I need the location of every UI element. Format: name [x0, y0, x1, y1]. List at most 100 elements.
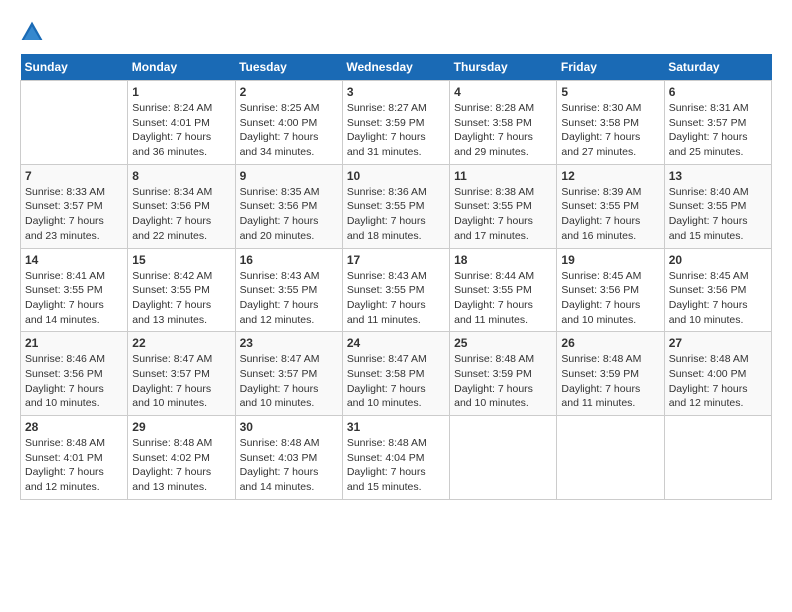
- day-number: 28: [25, 420, 123, 434]
- day-info: Sunrise: 8:33 AM Sunset: 3:57 PM Dayligh…: [25, 185, 123, 244]
- day-info: Sunrise: 8:48 AM Sunset: 4:03 PM Dayligh…: [240, 436, 338, 495]
- calendar-cell: 29 Sunrise: 8:48 AM Sunset: 4:02 PM Dayli…: [128, 416, 235, 500]
- calendar-week-5: 28 Sunrise: 8:48 AM Sunset: 4:01 PM Dayli…: [21, 416, 772, 500]
- calendar-header-monday: Monday: [128, 54, 235, 81]
- day-number: 3: [347, 85, 445, 99]
- calendar-cell: 1 Sunrise: 8:24 AM Sunset: 4:01 PM Daylig…: [128, 81, 235, 165]
- day-number: 13: [669, 169, 767, 183]
- calendar-cell: 10 Sunrise: 8:36 AM Sunset: 3:55 PM Dayli…: [342, 164, 449, 248]
- calendar-cell: 19 Sunrise: 8:45 AM Sunset: 3:56 PM Dayli…: [557, 248, 664, 332]
- day-number: 10: [347, 169, 445, 183]
- day-info: Sunrise: 8:47 AM Sunset: 3:58 PM Dayligh…: [347, 352, 445, 411]
- day-number: 7: [25, 169, 123, 183]
- day-info: Sunrise: 8:41 AM Sunset: 3:55 PM Dayligh…: [25, 269, 123, 328]
- day-info: Sunrise: 8:35 AM Sunset: 3:56 PM Dayligh…: [240, 185, 338, 244]
- day-number: 1: [132, 85, 230, 99]
- day-number: 8: [132, 169, 230, 183]
- calendar-header-saturday: Saturday: [664, 54, 771, 81]
- calendar-week-4: 21Sunrise: 8:46 AM Sunset: 3:56 PM Dayli…: [21, 332, 772, 416]
- day-info: Sunrise: 8:40 AM Sunset: 3:55 PM Dayligh…: [669, 185, 767, 244]
- calendar-cell: 28 Sunrise: 8:48 AM Sunset: 4:01 PM Dayli…: [21, 416, 128, 500]
- calendar-cell: 2 Sunrise: 8:25 AM Sunset: 4:00 PM Daylig…: [235, 81, 342, 165]
- calendar-cell: 15 Sunrise: 8:42 AM Sunset: 3:55 PM Dayli…: [128, 248, 235, 332]
- day-number: 9: [240, 169, 338, 183]
- calendar-cell: 3 Sunrise: 8:27 AM Sunset: 3:59 PM Daylig…: [342, 81, 449, 165]
- day-number: 17: [347, 253, 445, 267]
- calendar-cell: 6 Sunrise: 8:31 AM Sunset: 3:57 PM Daylig…: [664, 81, 771, 165]
- day-info: Sunrise: 8:39 AM Sunset: 3:55 PM Dayligh…: [561, 185, 659, 244]
- day-info: Sunrise: 8:28 AM Sunset: 3:58 PM Dayligh…: [454, 101, 552, 160]
- calendar-header-wednesday: Wednesday: [342, 54, 449, 81]
- day-info: Sunrise: 8:48 AM Sunset: 4:01 PM Dayligh…: [25, 436, 123, 495]
- day-number: 29: [132, 420, 230, 434]
- day-info: Sunrise: 8:48 AM Sunset: 4:02 PM Dayligh…: [132, 436, 230, 495]
- day-number: 22: [132, 336, 230, 350]
- calendar-cell: 23Sunrise: 8:47 AM Sunset: 3:57 PM Dayli…: [235, 332, 342, 416]
- logo-icon: [20, 20, 44, 44]
- day-info: Sunrise: 8:47 AM Sunset: 3:57 PM Dayligh…: [240, 352, 338, 411]
- day-info: Sunrise: 8:34 AM Sunset: 3:56 PM Dayligh…: [132, 185, 230, 244]
- calendar: SundayMondayTuesdayWednesdayThursdayFrid…: [20, 54, 772, 500]
- day-info: Sunrise: 8:36 AM Sunset: 3:55 PM Dayligh…: [347, 185, 445, 244]
- calendar-cell: [450, 416, 557, 500]
- calendar-cell: 26Sunrise: 8:48 AM Sunset: 3:59 PM Dayli…: [557, 332, 664, 416]
- day-info: Sunrise: 8:48 AM Sunset: 4:00 PM Dayligh…: [669, 352, 767, 411]
- day-info: Sunrise: 8:45 AM Sunset: 3:56 PM Dayligh…: [561, 269, 659, 328]
- day-number: 31: [347, 420, 445, 434]
- day-info: Sunrise: 8:45 AM Sunset: 3:56 PM Dayligh…: [669, 269, 767, 328]
- calendar-cell: 18 Sunrise: 8:44 AM Sunset: 3:55 PM Dayli…: [450, 248, 557, 332]
- page-header: [20, 20, 772, 44]
- day-number: 26: [561, 336, 659, 350]
- calendar-header-friday: Friday: [557, 54, 664, 81]
- day-number: 6: [669, 85, 767, 99]
- calendar-week-2: 7 Sunrise: 8:33 AM Sunset: 3:57 PM Daylig…: [21, 164, 772, 248]
- day-info: Sunrise: 8:48 AM Sunset: 3:59 PM Dayligh…: [454, 352, 552, 411]
- day-number: 25: [454, 336, 552, 350]
- calendar-week-3: 14Sunrise: 8:41 AM Sunset: 3:55 PM Dayli…: [21, 248, 772, 332]
- calendar-cell: 4 Sunrise: 8:28 AM Sunset: 3:58 PM Daylig…: [450, 81, 557, 165]
- day-number: 12: [561, 169, 659, 183]
- calendar-cell: 25 Sunrise: 8:48 AM Sunset: 3:59 PM Dayli…: [450, 332, 557, 416]
- calendar-cell: 7 Sunrise: 8:33 AM Sunset: 3:57 PM Daylig…: [21, 164, 128, 248]
- calendar-cell: 5Sunrise: 8:30 AM Sunset: 3:58 PM Daylig…: [557, 81, 664, 165]
- calendar-cell: 31 Sunrise: 8:48 AM Sunset: 4:04 PM Dayli…: [342, 416, 449, 500]
- day-info: Sunrise: 8:31 AM Sunset: 3:57 PM Dayligh…: [669, 101, 767, 160]
- calendar-cell: 12 Sunrise: 8:39 AM Sunset: 3:55 PM Dayli…: [557, 164, 664, 248]
- day-number: 16: [240, 253, 338, 267]
- day-number: 27: [669, 336, 767, 350]
- calendar-header-tuesday: Tuesday: [235, 54, 342, 81]
- calendar-cell: 8 Sunrise: 8:34 AM Sunset: 3:56 PM Daylig…: [128, 164, 235, 248]
- calendar-header-thursday: Thursday: [450, 54, 557, 81]
- calendar-cell: [557, 416, 664, 500]
- day-info: Sunrise: 8:48 AM Sunset: 4:04 PM Dayligh…: [347, 436, 445, 495]
- day-number: 2: [240, 85, 338, 99]
- day-info: Sunrise: 8:43 AM Sunset: 3:55 PM Dayligh…: [347, 269, 445, 328]
- day-info: Sunrise: 8:44 AM Sunset: 3:55 PM Dayligh…: [454, 269, 552, 328]
- day-info: Sunrise: 8:30 AM Sunset: 3:58 PM Dayligh…: [561, 101, 659, 160]
- day-info: Sunrise: 8:24 AM Sunset: 4:01 PM Dayligh…: [132, 101, 230, 160]
- calendar-week-1: 1 Sunrise: 8:24 AM Sunset: 4:01 PM Daylig…: [21, 81, 772, 165]
- day-number: 19: [561, 253, 659, 267]
- day-number: 15: [132, 253, 230, 267]
- calendar-cell: 24Sunrise: 8:47 AM Sunset: 3:58 PM Dayli…: [342, 332, 449, 416]
- calendar-cell: 14Sunrise: 8:41 AM Sunset: 3:55 PM Dayli…: [21, 248, 128, 332]
- logo: [20, 20, 48, 44]
- calendar-cell: 27 Sunrise: 8:48 AM Sunset: 4:00 PM Dayli…: [664, 332, 771, 416]
- day-number: 4: [454, 85, 552, 99]
- calendar-header-row: SundayMondayTuesdayWednesdayThursdayFrid…: [21, 54, 772, 81]
- calendar-cell: [21, 81, 128, 165]
- day-info: Sunrise: 8:42 AM Sunset: 3:55 PM Dayligh…: [132, 269, 230, 328]
- calendar-cell: 16Sunrise: 8:43 AM Sunset: 3:55 PM Dayli…: [235, 248, 342, 332]
- calendar-cell: [664, 416, 771, 500]
- day-info: Sunrise: 8:27 AM Sunset: 3:59 PM Dayligh…: [347, 101, 445, 160]
- day-number: 30: [240, 420, 338, 434]
- day-number: 18: [454, 253, 552, 267]
- day-number: 21: [25, 336, 123, 350]
- calendar-cell: 22Sunrise: 8:47 AM Sunset: 3:57 PM Dayli…: [128, 332, 235, 416]
- day-info: Sunrise: 8:25 AM Sunset: 4:00 PM Dayligh…: [240, 101, 338, 160]
- day-number: 11: [454, 169, 552, 183]
- day-info: Sunrise: 8:38 AM Sunset: 3:55 PM Dayligh…: [454, 185, 552, 244]
- calendar-cell: 9 Sunrise: 8:35 AM Sunset: 3:56 PM Daylig…: [235, 164, 342, 248]
- day-number: 20: [669, 253, 767, 267]
- calendar-cell: 20 Sunrise: 8:45 AM Sunset: 3:56 PM Dayli…: [664, 248, 771, 332]
